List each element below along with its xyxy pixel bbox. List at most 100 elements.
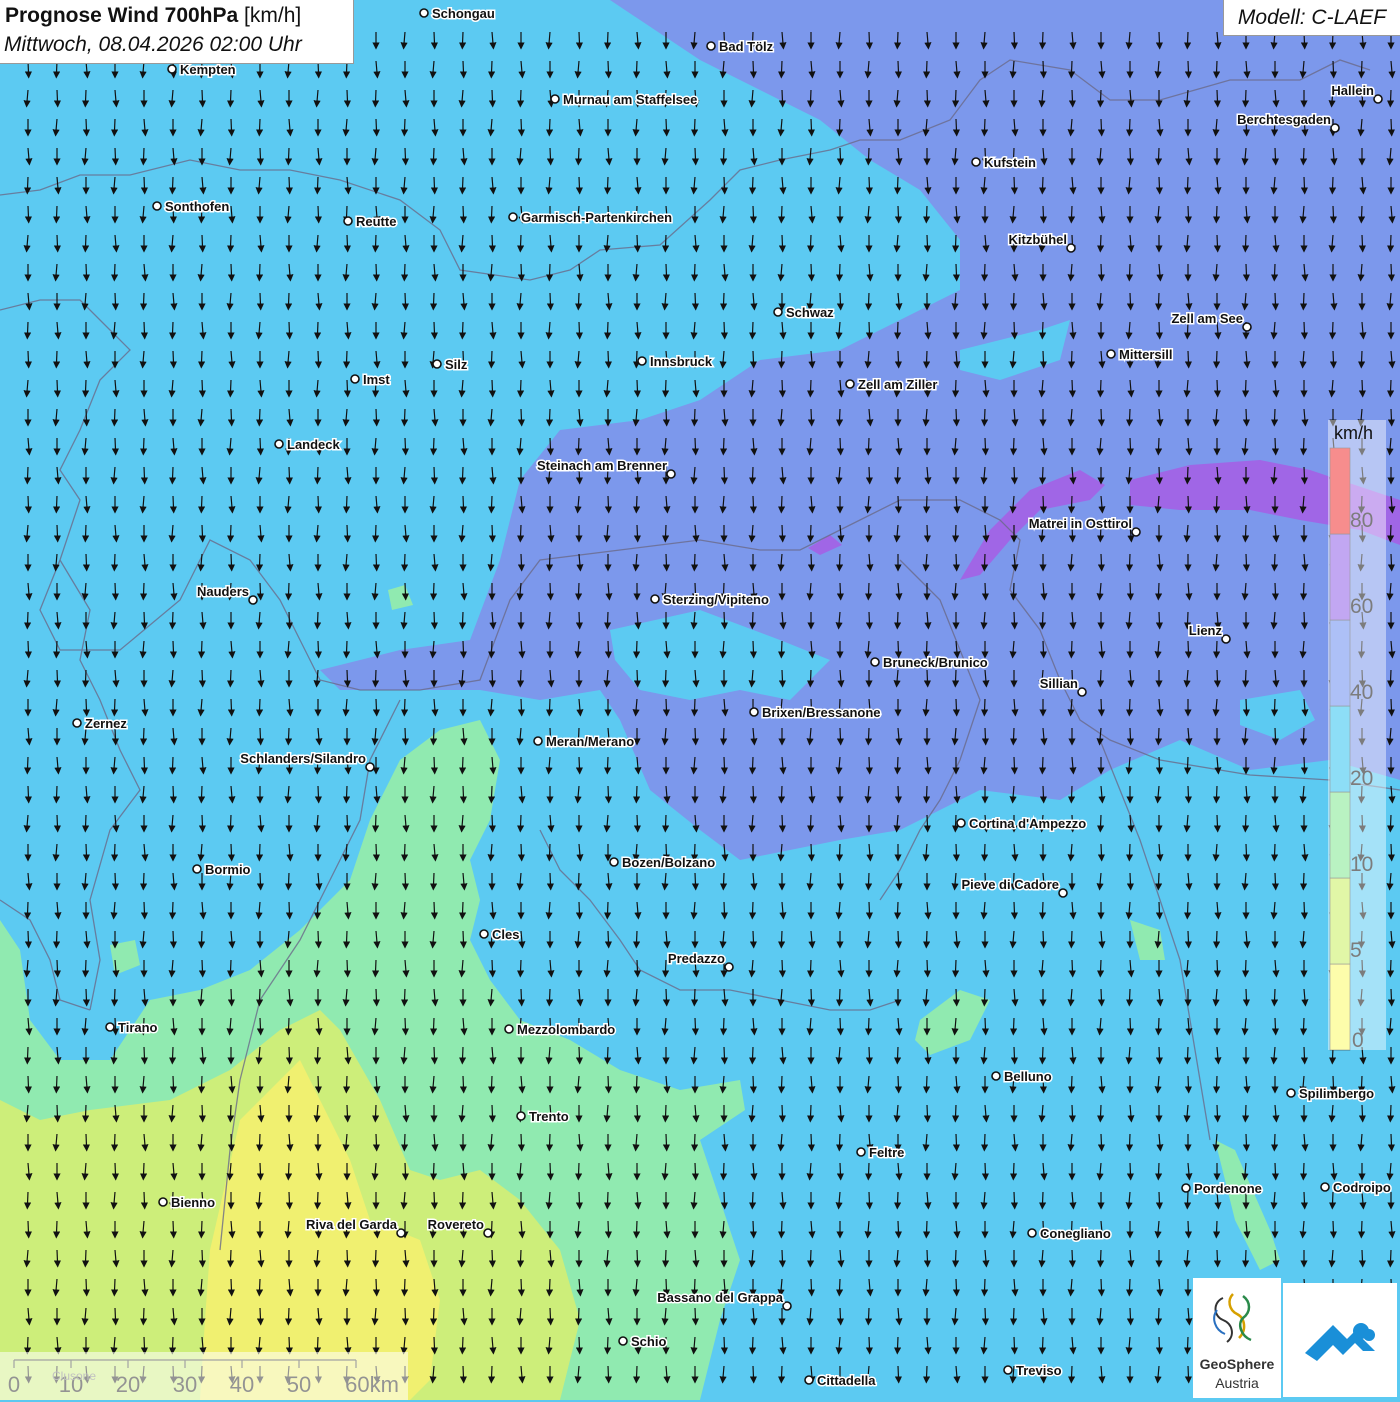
city-dot[interactable] [650, 594, 660, 604]
city-dot[interactable] [152, 201, 162, 211]
wind-arrow [1271, 437, 1280, 456]
city-dot[interactable] [1373, 94, 1383, 104]
wind-arrow [226, 379, 235, 398]
city-dot[interactable] [773, 307, 783, 317]
wind-arrow [459, 640, 468, 659]
wind-arrow [53, 1104, 62, 1123]
city-dot[interactable] [618, 1336, 628, 1346]
city-dot[interactable] [1027, 1228, 1037, 1238]
city-dot[interactable] [192, 864, 202, 874]
city-dot[interactable] [508, 212, 518, 222]
wind-arrow [342, 930, 351, 949]
city-dot[interactable] [483, 1228, 493, 1238]
wind-arrow [1241, 814, 1250, 833]
city-dot[interactable] [1077, 687, 1087, 697]
city-dot[interactable] [1221, 634, 1231, 644]
wind-arrow [749, 1075, 758, 1094]
city-dot[interactable] [365, 762, 375, 772]
partner-logo[interactable] [1283, 1283, 1397, 1397]
wind-arrow [777, 1365, 786, 1384]
city-dot[interactable] [1320, 1182, 1330, 1192]
city-dot[interactable] [804, 1375, 814, 1385]
city-dot[interactable] [274, 439, 284, 449]
wind-arrow [255, 408, 264, 427]
city-dot[interactable] [991, 1071, 1001, 1081]
city-dot[interactable] [396, 1228, 406, 1238]
city-dot[interactable] [432, 359, 442, 369]
city-dot[interactable] [956, 818, 966, 828]
wind-arrow [1154, 1017, 1163, 1036]
wind-arrow [81, 814, 90, 833]
city-dot[interactable] [158, 1197, 168, 1207]
wind-arrow [748, 321, 757, 340]
city-dot[interactable] [1003, 1365, 1013, 1375]
wind-arrow [1387, 263, 1396, 282]
wind-arrow [923, 814, 932, 833]
wind-arrow [226, 959, 235, 978]
city-dot[interactable] [1330, 123, 1340, 133]
city-dot[interactable] [516, 1111, 526, 1121]
wind-arrow [488, 234, 497, 253]
wind-arrow [574, 292, 583, 311]
wind-arrow [893, 176, 902, 195]
city-dot[interactable] [637, 356, 647, 366]
city-dot[interactable] [1131, 527, 1141, 537]
wind-arrow [81, 89, 90, 108]
city-label: Trento [529, 1109, 569, 1124]
city-dot[interactable] [1058, 888, 1068, 898]
wind-arrow [284, 727, 293, 746]
city-dot[interactable] [550, 94, 560, 104]
wind-arrow [749, 205, 758, 224]
wind-arrow [24, 350, 33, 369]
wind-arrow [430, 611, 439, 630]
city-dot[interactable] [1181, 1183, 1191, 1193]
city-dot[interactable] [1286, 1088, 1296, 1098]
wind-arrow [632, 930, 641, 949]
city-dot[interactable] [533, 736, 543, 746]
city-dot[interactable] [167, 64, 177, 74]
city-dot[interactable] [72, 718, 82, 728]
city-dot[interactable] [1066, 243, 1076, 253]
wind-arrow [691, 1307, 700, 1326]
wind-arrow [53, 814, 62, 833]
wind-arrow [632, 1220, 641, 1239]
wind-arrow [168, 176, 177, 195]
city-label: Steinach am Brenner [537, 458, 667, 473]
wind-arrow [690, 118, 699, 137]
wind-arrow [1068, 89, 1077, 108]
city-dot[interactable] [343, 216, 353, 226]
city-dot[interactable] [419, 8, 429, 18]
city-dot[interactable] [724, 962, 734, 972]
city-dot[interactable] [782, 1301, 792, 1311]
city-dot[interactable] [1106, 349, 1116, 359]
wind-arrow [430, 756, 439, 775]
wind-arrow [835, 408, 844, 427]
wind-arrow [1387, 408, 1396, 427]
wind-arrow [430, 176, 439, 195]
wind-arrow [632, 640, 641, 659]
city-label: Bassano del Grappa [657, 1290, 783, 1305]
city-label: Tirano [118, 1020, 158, 1035]
wind-arrow [691, 1017, 700, 1036]
city-dot[interactable] [870, 657, 880, 667]
wind-arrow [110, 553, 119, 572]
geosphere-logo[interactable]: GeoSphere Austria [1193, 1278, 1281, 1398]
city-dot[interactable] [971, 157, 981, 167]
city-dot[interactable] [856, 1147, 866, 1157]
city-dot[interactable] [666, 469, 676, 479]
wind-arrow [980, 408, 989, 427]
wind-arrow [893, 901, 902, 920]
city-dot[interactable] [609, 857, 619, 867]
wind-arrow [1096, 234, 1105, 253]
city-dot[interactable] [105, 1022, 115, 1032]
city-dot[interactable] [749, 707, 759, 717]
city-dot[interactable] [706, 41, 716, 51]
city-dot[interactable] [248, 595, 258, 605]
city-dot[interactable] [350, 374, 360, 384]
city-dot[interactable] [479, 929, 489, 939]
city-dot[interactable] [504, 1024, 514, 1034]
wind-arrow [1299, 872, 1308, 891]
city-dot[interactable] [845, 379, 855, 389]
wind-arrow [1183, 466, 1192, 485]
city-dot[interactable] [1242, 322, 1252, 332]
